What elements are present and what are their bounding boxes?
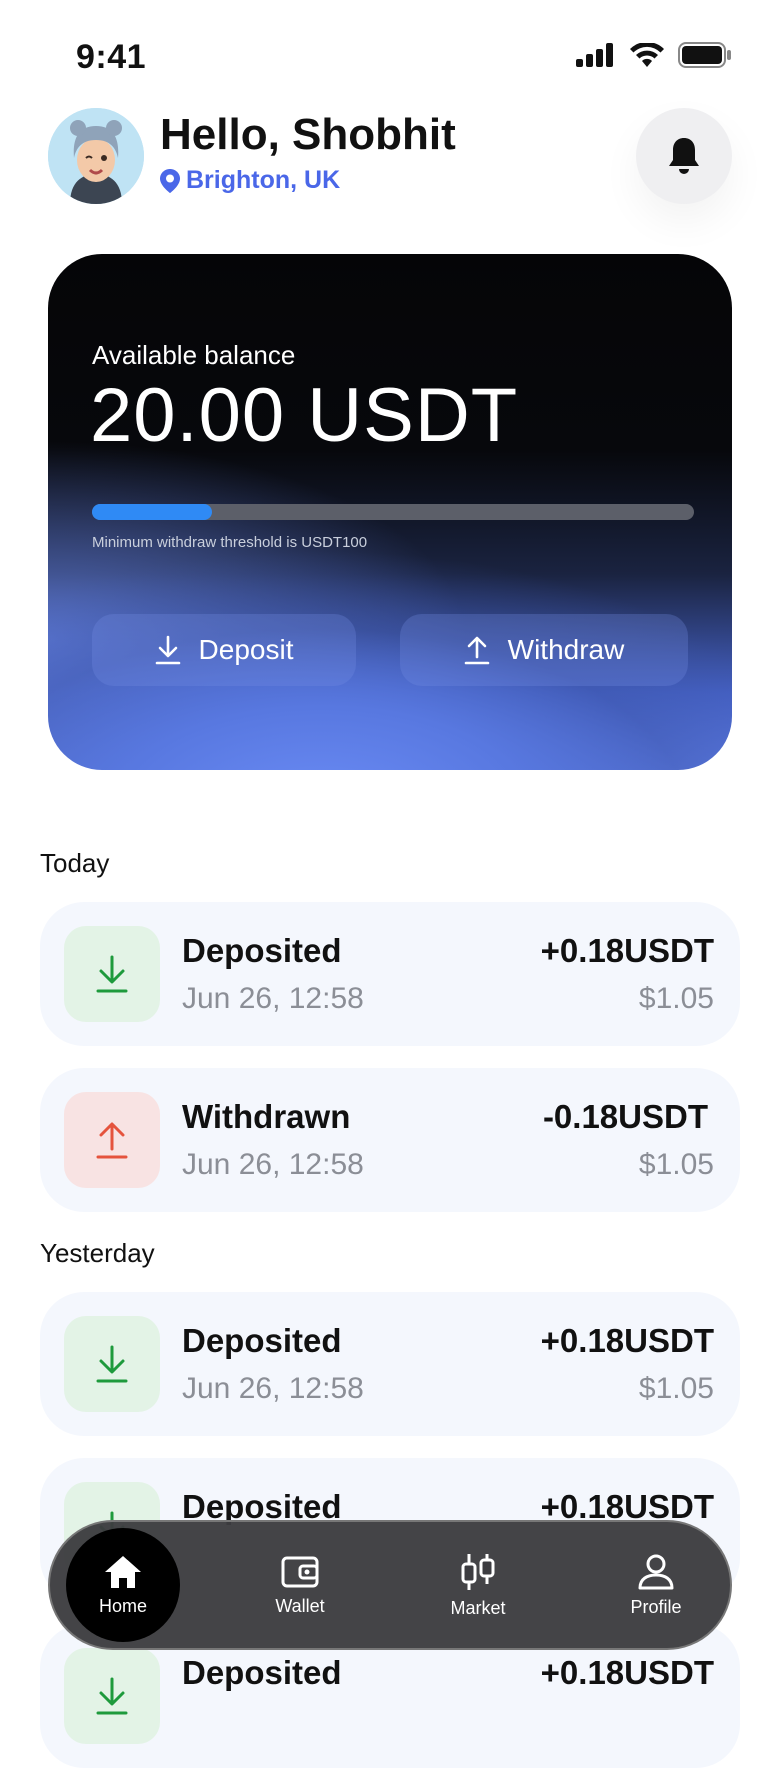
section-label-today: Today	[40, 848, 110, 878]
download-icon	[96, 1345, 128, 1383]
transaction-usd: $1.05	[638, 982, 714, 1015]
deposit-icon-box	[64, 926, 160, 1022]
candlestick-icon	[461, 1553, 495, 1590]
nav-item-wallet[interactable]: Wallet	[240, 1522, 360, 1648]
nav-item-home[interactable]: Home	[66, 1528, 180, 1642]
location-label: Brighton, UK	[186, 166, 341, 194]
withdraw-icon-box	[64, 1092, 160, 1188]
deposit-icon-box	[64, 1648, 160, 1744]
balance-label: Available balance	[92, 340, 296, 370]
greeting: Hello, Shobhit	[160, 110, 456, 159]
transaction-amount: -0.18USDT	[542, 1098, 708, 1135]
nav-label-profile: Profile	[630, 1596, 682, 1617]
status-time: 9:41	[76, 38, 147, 76]
transaction-date: Jun 26, 12:58	[182, 982, 364, 1015]
home-icon	[105, 1555, 141, 1588]
nav-label-wallet: Wallet	[275, 1595, 325, 1616]
nav-item-market[interactable]: Market	[418, 1522, 538, 1648]
avatar[interactable]	[48, 108, 144, 204]
transaction-row[interactable]: Withdrawn Jun 26, 12:58 -0.18USDT $1.05	[40, 1068, 740, 1212]
avatar-memoji-icon	[48, 108, 144, 204]
transaction-date: Jun 26, 12:58	[182, 1372, 364, 1405]
wallet-icon	[281, 1556, 319, 1587]
download-icon	[96, 955, 128, 993]
download-icon	[155, 635, 180, 665]
download-icon	[96, 1677, 128, 1715]
transaction-title: Deposited	[182, 1322, 342, 1359]
nav-label-home: Home	[98, 1595, 147, 1616]
location-pin-icon	[160, 168, 180, 193]
transaction-row[interactable]: Deposited Jun 26, 12:58 +0.18USDT $1.05	[40, 1292, 740, 1436]
wifi-icon	[630, 43, 664, 67]
transaction-row[interactable]: Deposited Jun 26, 12:58 +0.18USDT $1.05	[40, 902, 740, 1046]
balance-value: 20.00 USDT	[90, 373, 519, 458]
battery-icon	[678, 42, 731, 68]
nav-label-market: Market	[450, 1597, 506, 1618]
bell-icon	[669, 138, 699, 174]
withdraw-button[interactable]: Withdraw	[400, 614, 688, 686]
section-label-yesterday: Yesterday	[40, 1238, 155, 1268]
transaction-usd: $1.05	[638, 1148, 714, 1181]
withdraw-progress-bar	[92, 504, 694, 520]
threshold-note: Minimum withdraw threshold is USDT100	[92, 534, 368, 551]
notifications-button[interactable]	[636, 108, 732, 204]
signal-icon	[576, 43, 613, 67]
deposit-label: Deposit	[198, 634, 294, 665]
balance-card: Available balance 20.00 USDT Minimum wit…	[48, 254, 732, 770]
transaction-date: Jun 26, 12:58	[182, 1148, 364, 1181]
upload-icon	[464, 636, 489, 665]
location[interactable]: Brighton, UK	[160, 166, 340, 195]
nav-item-profile[interactable]: Profile	[596, 1522, 716, 1648]
status-icons	[576, 42, 732, 68]
withdraw-label: Withdraw	[507, 634, 625, 665]
deposit-icon-box	[64, 1316, 160, 1412]
transaction-amount: +0.18USDT	[540, 1322, 714, 1359]
bottom-nav: Home Wallet Market Profile	[48, 1520, 732, 1650]
upload-icon	[96, 1122, 128, 1159]
transaction-amount: +0.18USDT	[540, 1654, 714, 1691]
transaction-usd: $1.05	[638, 1372, 714, 1405]
user-icon	[638, 1554, 674, 1589]
transaction-title: Deposited	[182, 932, 342, 969]
withdraw-progress-fill	[92, 504, 213, 520]
transaction-amount: +0.18USDT	[540, 932, 714, 969]
transaction-title: Withdrawn	[182, 1098, 351, 1135]
transaction-title: Deposited	[182, 1654, 342, 1691]
deposit-button[interactable]: Deposit	[92, 614, 356, 686]
